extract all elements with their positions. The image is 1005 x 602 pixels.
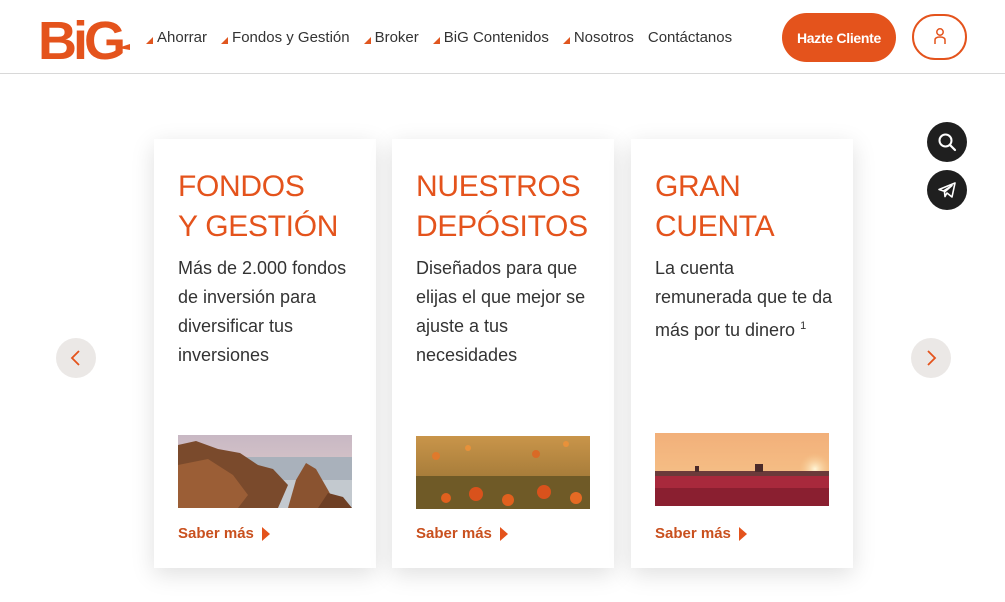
card-description: Diseñados para que elijas el que mejor s…: [416, 258, 586, 365]
product-card-fondos: FONDOS Y GESTIÓN Más de 2.000 fondos de …: [154, 139, 376, 568]
caret-icon: [562, 36, 570, 44]
product-card-depositos: NUESTROS DEPÓSITOS Diseñados para que el…: [392, 139, 614, 568]
nav-item-label: Nosotros: [573, 29, 634, 46]
nav-item-label: BiG Contenidos: [443, 29, 549, 46]
card-description: La cuenta remunerada que te da más por t…: [655, 258, 833, 340]
card-title: GRAN CUENTA: [655, 170, 775, 243]
telegram-icon: [938, 182, 956, 198]
caret-icon: [363, 36, 371, 44]
telegram-button[interactable]: [927, 170, 967, 210]
carousel-prev-button[interactable]: [56, 338, 96, 378]
nav-item-broker[interactable]: Broker: [363, 29, 419, 46]
nav-item-contenidos[interactable]: BiG Contenidos: [432, 29, 549, 46]
caret-icon: [221, 36, 229, 44]
play-caret-icon: [738, 526, 747, 541]
saber-mas-link[interactable]: Saber más: [416, 525, 508, 542]
site-header: BiG Ahorrar Fondos y Gestión Broker BiG …: [0, 0, 1005, 74]
caret-icon: [432, 36, 440, 44]
search-icon: [938, 133, 957, 152]
hazte-cliente-button[interactable]: Hazte Cliente: [782, 13, 896, 62]
nav-item-contactanos[interactable]: Contáctanos: [648, 29, 732, 46]
saber-mas-link[interactable]: Saber más: [655, 525, 747, 542]
poppy-field-image: [416, 436, 590, 509]
nav-item-label: Broker: [374, 29, 419, 46]
nav-item-label: Ahorrar: [157, 29, 208, 46]
chevron-right-icon: [927, 350, 937, 366]
main-nav: Ahorrar Fondos y Gestión Broker BiG Cont…: [146, 29, 746, 46]
card-title: FONDOS Y GESTIÓN: [178, 170, 339, 243]
card-description: Más de 2.000 fondos de inversión para di…: [178, 258, 347, 365]
search-button[interactable]: [927, 122, 967, 162]
nav-item-label: Fondos y Gestión: [232, 29, 350, 46]
card-title: NUESTROS DEPÓSITOS: [416, 170, 588, 243]
saber-mas-link[interactable]: Saber más: [178, 525, 270, 542]
product-card-cuenta: GRAN CUENTA La cuenta remunerada que te …: [631, 139, 853, 568]
footnote-marker: 1: [800, 320, 807, 332]
nav-item-fondos[interactable]: Fondos y Gestión: [221, 29, 350, 46]
svg-text:BiG: BiG: [38, 12, 123, 64]
user-icon: [933, 28, 946, 44]
nav-item-label: Contáctanos: [647, 29, 733, 46]
tulip-sunset-image: [655, 433, 829, 506]
coastal-rocks-image: [178, 435, 352, 508]
play-caret-icon: [499, 526, 508, 541]
caret-icon: [146, 36, 153, 44]
chevron-left-icon: [70, 350, 80, 366]
big-logo[interactable]: BiG: [38, 11, 132, 71]
nav-item-nosotros[interactable]: Nosotros: [562, 29, 634, 46]
carousel-next-button[interactable]: [911, 338, 951, 378]
nav-item-ahorrar[interactable]: Ahorrar: [146, 29, 207, 46]
play-caret-icon: [261, 526, 270, 541]
user-account-button[interactable]: [912, 14, 967, 60]
